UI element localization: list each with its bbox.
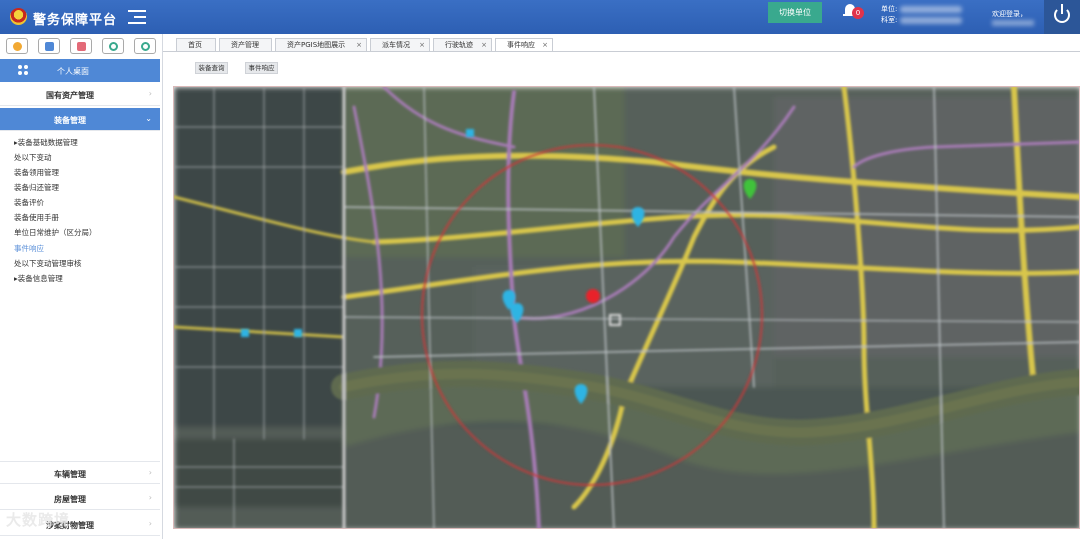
sidebar-group-vehicles[interactable]: 车辆管理 › <box>0 461 160 484</box>
tab-asset-pgis-map[interactable]: 资产PGIS地图展示 × <box>275 38 367 52</box>
username-redacted <box>992 20 1034 26</box>
map-canvas[interactable] <box>174 87 1080 529</box>
tab-label: 首页 <box>188 41 202 49</box>
card-icon[interactable] <box>38 38 60 54</box>
unit-name-redacted <box>900 5 963 13</box>
top-bar: 警务保障平台 切换单位 0 单位: 科室: 欢迎登录， <box>0 0 1080 34</box>
sidebar: 个人桌面 国有资产管理 › 装备管理 ⌄ ▸装备基础数据管理 处以下变动 装备领… <box>0 34 163 539</box>
tab-dispatch-status[interactable]: 派车情况 × <box>370 38 430 52</box>
chevron-right-icon: › <box>148 468 152 477</box>
sidebar-item-unit-maintenance[interactable]: 单位日常维护（区分局） <box>14 227 97 238</box>
dept-label: 科室: <box>881 16 898 24</box>
sidebar-group-state-assets[interactable]: 国有资产管理 › <box>0 83 160 106</box>
equipment-query-button[interactable]: 装备查询 <box>195 62 228 74</box>
dept-name-redacted <box>900 16 963 24</box>
close-icon[interactable]: × <box>356 39 362 51</box>
map-poi-square <box>241 329 249 337</box>
close-icon[interactable]: × <box>542 39 548 51</box>
sidebar-item-equipment-return[interactable]: 装备归还管理 <box>14 182 59 193</box>
chevron-down-icon: ⌄ <box>145 114 152 123</box>
tab-driving-track[interactable]: 行驶轨迹 × <box>433 38 492 52</box>
sidebar-group-label: 装备管理 <box>54 116 86 125</box>
map-poi-square <box>466 129 474 137</box>
sidebar-item-below-division-change[interactable]: 处以下变动 <box>14 152 52 163</box>
police-badge-logo <box>10 8 27 25</box>
tab-divider <box>163 51 1080 52</box>
tab-event-response[interactable]: 事件响应 × <box>495 38 553 52</box>
sidebar-group-label: 房屋管理 <box>54 495 86 504</box>
sidebar-item-equipment-requisition[interactable]: 装备领用管理 <box>14 167 59 178</box>
sidebar-group-equipment[interactable]: 装备管理 ⌄ <box>0 108 160 131</box>
watermark-text: 大数跨境 <box>6 511 71 529</box>
satellite-map[interactable] <box>173 86 1080 529</box>
switch-unit-button[interactable]: 切换单位 <box>768 2 822 23</box>
welcome-text: 欢迎登录， <box>992 10 1027 18</box>
tab-label: 事件响应 <box>507 41 535 49</box>
chevron-right-icon: › <box>148 89 152 98</box>
dept-info: 科室: <box>881 15 963 25</box>
tab-label: 资产PGIS地图展示 <box>287 41 346 49</box>
tab-home[interactable]: 首页 <box>176 38 216 52</box>
sidebar-group-label: 车辆管理 <box>54 470 86 479</box>
sidebar-item-equipment-info[interactable]: ▸装备信息管理 <box>14 273 63 284</box>
personal-desktop-item[interactable]: 个人桌面 <box>0 59 160 82</box>
chevron-right-icon: › <box>148 519 152 528</box>
sidebar-item-event-response[interactable]: 事件响应 <box>14 243 44 254</box>
app-title: 警务保障平台 <box>33 13 118 28</box>
logout-button[interactable] <box>1044 0 1080 34</box>
event-response-button[interactable]: 事件响应 <box>245 62 278 74</box>
close-icon[interactable]: × <box>481 39 487 51</box>
sidebar-group-housing[interactable]: 房屋管理 › <box>0 487 160 510</box>
sidebar-item-equipment-evaluation[interactable]: 装备评价 <box>14 197 44 208</box>
sidebar-group-label: 国有资产管理 <box>46 91 94 100</box>
unit-info: 单位: <box>881 4 963 14</box>
recycle-icon[interactable] <box>102 38 124 54</box>
tab-label: 资产管理 <box>231 41 259 49</box>
sidebar-item-equipment-basic-data[interactable]: ▸装备基础数据管理 <box>14 137 78 148</box>
toolbox-icon[interactable] <box>70 38 92 54</box>
tab-asset-management[interactable]: 资产管理 <box>219 38 272 52</box>
personal-desktop-label: 个人桌面 <box>57 67 89 76</box>
unit-label: 单位: <box>881 5 898 13</box>
sidebar-item-equipment-manual[interactable]: 装备使用手册 <box>14 212 59 223</box>
tab-label: 行驶轨迹 <box>445 41 473 49</box>
tab-label: 派车情况 <box>382 41 410 49</box>
map-marker-red <box>586 289 600 303</box>
chevron-right-icon: › <box>148 493 152 502</box>
sidebar-item-change-review[interactable]: 处以下变动管理审核 <box>14 258 82 269</box>
refresh-icon[interactable] <box>134 38 156 54</box>
map-poi-square <box>294 329 302 337</box>
money-bag-icon[interactable] <box>6 38 28 54</box>
notification-badge: 0 <box>852 7 864 19</box>
menu-toggle-icon[interactable] <box>128 10 146 24</box>
close-icon[interactable]: × <box>419 39 425 51</box>
grid-icon <box>18 65 29 76</box>
